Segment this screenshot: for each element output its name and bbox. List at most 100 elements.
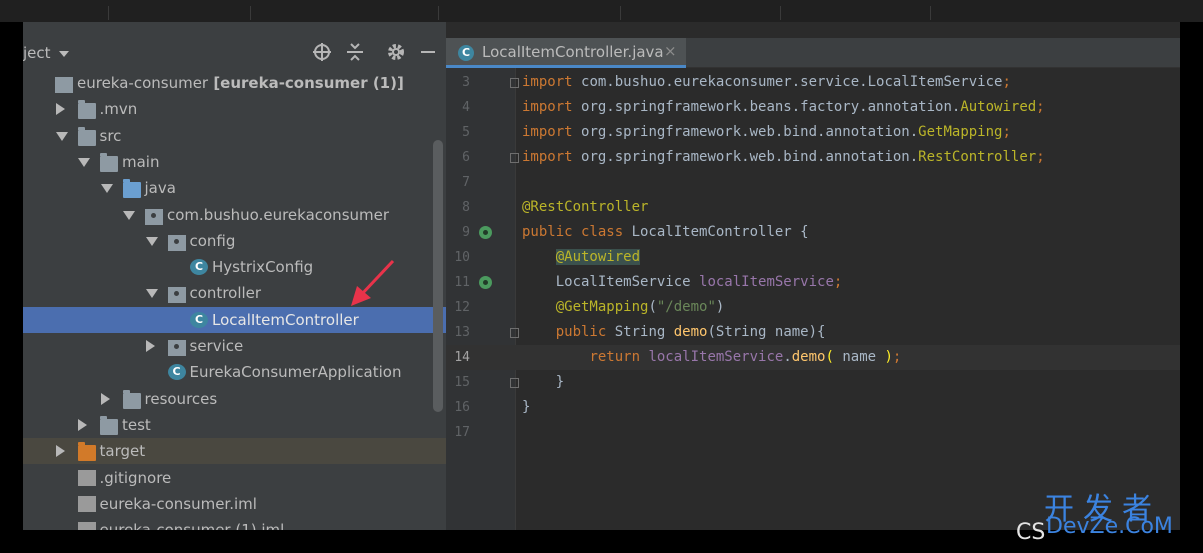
collapse-all-icon[interactable]: [344, 42, 366, 64]
chevron-right-icon[interactable]: [78, 419, 87, 431]
package-icon: [167, 235, 186, 251]
code-line[interactable]: 14 return localItemService.demo( name );: [446, 345, 1180, 370]
fold-marker-icon[interactable]: [510, 378, 519, 388]
code-text: }: [522, 370, 564, 395]
code-token: (: [825, 349, 834, 365]
code-line[interactable]: 5 import org.springframework.web.bind.ann…: [446, 120, 1180, 145]
code-line[interactable]: 6 import org.springframework.web.bind.ann…: [446, 145, 1180, 170]
chevron-down-icon[interactable]: [145, 289, 158, 298]
chevron-right-icon[interactable]: [100, 393, 110, 405]
code-token: localItemService: [648, 349, 784, 365]
module-qualifier: [eureka-consumer (1)]: [208, 74, 404, 92]
code-line[interactable]: 4 import org.springframework.beans.factor…: [446, 95, 1180, 120]
spring-bean-icon[interactable]: [479, 226, 492, 239]
chevron-right-icon[interactable]: [55, 103, 65, 115]
project-view-selector[interactable]: ject: [23, 44, 69, 62]
module-icon: [55, 77, 73, 93]
code-line[interactable]: 13 public String demo(String name){: [446, 320, 1180, 345]
tree-item-eureka-consumer[interactable]: eureka-consumer [eureka-consumer (1)]: [23, 70, 446, 96]
source-folder-icon: [122, 179, 141, 198]
tree-item-localitemcontroller[interactable]: C LocalItemController: [23, 307, 446, 333]
tree-item-service[interactable]: service: [23, 333, 446, 359]
package-icon: [167, 340, 186, 356]
tree-item-main[interactable]: main: [23, 149, 446, 175]
folder-icon: [77, 127, 96, 146]
chevron-right-icon[interactable]: [55, 445, 65, 457]
spring-bean-icon[interactable]: [479, 276, 492, 289]
chevron-right-icon[interactable]: [145, 340, 155, 352]
locate-icon[interactable]: [311, 42, 333, 64]
code-line[interactable]: 15 }: [446, 370, 1180, 395]
code-token: import: [522, 124, 582, 140]
tree-item-mvn[interactable]: .mvn: [23, 96, 446, 122]
toolbar-separator: [250, 6, 251, 20]
tree-item-resources[interactable]: resources: [23, 386, 446, 412]
tree-item-src[interactable]: src: [23, 123, 446, 149]
line-number: 13: [454, 325, 470, 340]
tree-item-name: src: [99, 127, 122, 145]
tree-item-gitignore[interactable]: .gitignore: [23, 465, 446, 491]
spring-class-icon: C: [167, 364, 186, 380]
chevron-down-icon[interactable]: [100, 184, 113, 193]
fold-marker-icon[interactable]: [510, 153, 519, 163]
project-panel-header: ject: [23, 38, 446, 68]
class-icon: C: [458, 45, 474, 61]
code-token: Autowired: [960, 99, 1037, 115]
chevron-down-icon: [58, 50, 69, 57]
code-line[interactable]: 11 LocalItemService localItemService;: [446, 270, 1180, 295]
line-number: 17: [454, 425, 470, 440]
code-token: import: [522, 99, 582, 115]
code-token: demo: [673, 324, 708, 340]
code-token: localItemService: [699, 274, 834, 290]
chevron-down-icon[interactable]: [123, 211, 135, 220]
code-line[interactable]: 10 @Autowired: [446, 245, 1180, 270]
code-line[interactable]: 7: [446, 170, 1180, 195]
code-token: RestController: [918, 149, 1037, 165]
line-number: 8: [462, 200, 470, 215]
tree-item-java[interactable]: java: [23, 175, 446, 201]
code-line[interactable]: 12 @GetMapping("/demo"): [446, 295, 1180, 320]
code-text: @RestController: [522, 195, 648, 220]
code-token: ;: [1036, 99, 1045, 115]
code-token: (String name){: [707, 324, 826, 340]
tree-item-eureka-consumer-1-iml[interactable]: eureka-consumer (1).iml: [23, 517, 446, 530]
code-token: org.springframework.web.bind.annotation.: [581, 149, 919, 165]
tree-item-target[interactable]: target: [23, 438, 446, 464]
tree-item-label: eureka-consumer (1).iml: [100, 517, 285, 530]
hide-panel-icon[interactable]: [417, 42, 439, 64]
gear-icon[interactable]: [385, 42, 407, 64]
tree-scrollbar[interactable]: [433, 140, 443, 412]
watermark-prefix: CS: [1016, 520, 1046, 545]
tree-item-name: eureka-consumer.iml: [99, 495, 257, 513]
code-line[interactable]: 16}: [446, 395, 1180, 420]
code-token: ;: [1002, 124, 1011, 140]
project-view-label: ject: [23, 44, 51, 62]
code-line[interactable]: 8 @RestController: [446, 195, 1180, 220]
tab-localitemcontroller[interactable]: C LocalItemController.java ×: [446, 38, 686, 68]
chevron-down-icon[interactable]: [78, 158, 90, 167]
code-line[interactable]: 9 public class LocalItemController {: [446, 220, 1180, 245]
line-number: 6: [462, 150, 470, 165]
close-icon[interactable]: ×: [664, 42, 677, 60]
code-text: @Autowired: [522, 245, 641, 270]
tree-item-config[interactable]: config: [23, 228, 446, 254]
code-token: org.springframework.beans.factory.annota…: [581, 99, 961, 115]
code-token: name: [833, 349, 885, 365]
tree-item-label: LocalItemController: [212, 307, 359, 333]
code-token: @RestController: [522, 199, 649, 215]
chevron-down-icon[interactable]: [55, 132, 68, 141]
code-text: public String demo(String name){: [522, 320, 826, 345]
fold-marker-icon[interactable]: [510, 328, 519, 338]
tree-item-test[interactable]: test: [23, 412, 446, 438]
fold-marker-icon[interactable]: [510, 78, 519, 88]
code-line[interactable]: 3 import com.bushuo.eurekaconsumer.servic…: [446, 70, 1180, 95]
tree-item-eurekaconsumerapplication[interactable]: C EurekaConsumerApplication: [23, 359, 446, 385]
tree-item-com-bushuo-eurekaconsumer[interactable]: com.bushuo.eurekaconsumer: [23, 202, 446, 228]
tree-item-eureka-consumer-iml[interactable]: eureka-consumer.iml: [23, 491, 446, 517]
toolbar-separator: [438, 6, 439, 20]
chevron-down-icon[interactable]: [145, 237, 158, 246]
code-line[interactable]: 17: [446, 420, 1180, 445]
